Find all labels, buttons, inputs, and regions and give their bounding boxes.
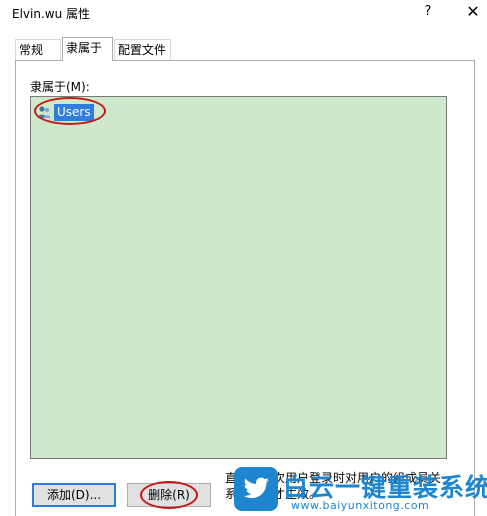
- tab-label: 配置文件: [118, 43, 167, 57]
- list-item-label: Users: [54, 103, 94, 121]
- add-button[interactable]: 添加(D)...: [32, 483, 116, 507]
- member-of-list[interactable]: Users: [30, 96, 447, 459]
- member-of-label: 隶属于(M):: [30, 80, 90, 94]
- title-bar: Elvin.wu 属性 ? ✕: [0, 0, 487, 28]
- twitter-bird-icon: [234, 467, 278, 511]
- user-group-icon: [37, 106, 51, 118]
- watermark-url: www.baiyunxitong.com: [291, 499, 430, 512]
- tab-profile[interactable]: 配置文件: [114, 39, 171, 60]
- tab-label: 常规: [19, 43, 44, 57]
- close-button[interactable]: ✕: [453, 0, 487, 26]
- remove-button[interactable]: 删除(R): [127, 483, 211, 507]
- window-title: Elvin.wu 属性: [12, 7, 91, 21]
- watermark: 白云一键重装系统 www.baiyunxitong.com: [233, 466, 487, 516]
- list-item[interactable]: Users: [37, 103, 94, 121]
- tab-label: 隶属于: [66, 41, 103, 55]
- tab-strip: 常规 隶属于 配置文件: [15, 37, 475, 61]
- help-button[interactable]: ?: [408, 0, 448, 26]
- tab-general[interactable]: 常规: [15, 39, 61, 60]
- tab-member-of[interactable]: 隶属于: [62, 37, 113, 61]
